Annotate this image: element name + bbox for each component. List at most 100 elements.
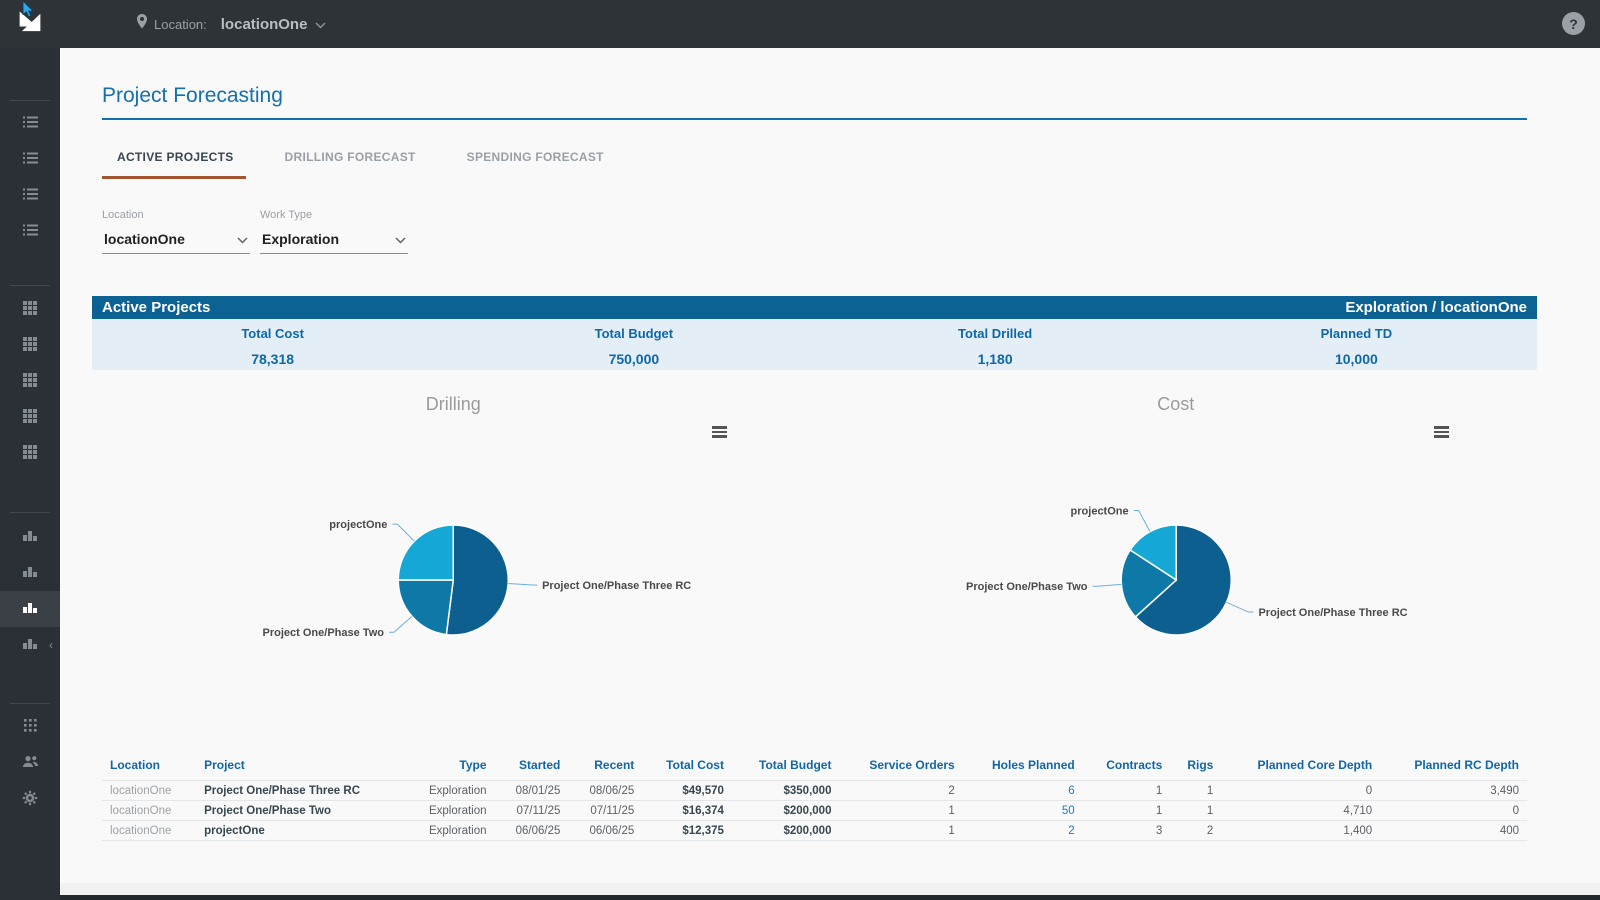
tab-active-projects[interactable]: ACTIVE PROJECTS — [102, 146, 246, 179]
location-filter[interactable]: Location locationOne — [102, 209, 250, 254]
sidebar-item-grid-2[interactable] — [0, 328, 60, 364]
pie-slice-label: Project One/Phase Two — [966, 581, 1088, 593]
sidebar-item-grid-3[interactable] — [0, 364, 60, 400]
col-total-cost: Total Cost — [642, 754, 732, 781]
chart-context-menu-icon[interactable] — [712, 426, 727, 440]
sidebar-item-grid-1[interactable] — [0, 292, 60, 328]
table-header-row: Location Project Type Started Recent Tot… — [102, 754, 1527, 781]
list-icon — [23, 152, 38, 170]
col-project: Project — [196, 754, 405, 781]
chart-context-menu-icon[interactable] — [1434, 426, 1449, 440]
stat-total-budget: Total Budget 750,000 — [453, 319, 814, 370]
map-pin-icon — [136, 14, 148, 34]
pie-label-leader-line — [1133, 511, 1149, 532]
col-service-orders: Service Orders — [839, 754, 962, 781]
pie-label-leader-line — [1092, 584, 1121, 586]
sidebar-item-list-4[interactable] — [0, 215, 60, 251]
stat-total-cost: Total Cost 78,318 — [92, 319, 453, 370]
table-row[interactable]: locationOne Project One/Phase Two Explor… — [102, 801, 1527, 821]
apps-grid-icon — [24, 719, 37, 737]
grid-icon — [23, 301, 37, 320]
sidebar-item-grid-5[interactable] — [0, 436, 60, 472]
pie-slice[interactable] — [398, 580, 453, 635]
stat-total-drilled: Total Drilled 1,180 — [815, 319, 1176, 370]
sidebar-item-list-2[interactable] — [0, 143, 60, 179]
holes-planned-link[interactable]: 50 — [963, 801, 1083, 821]
col-recent: Recent — [568, 754, 642, 781]
grid-icon — [23, 409, 37, 428]
col-location: Location — [102, 754, 196, 781]
bar-chart-icon — [22, 600, 38, 619]
pie-slice[interactable] — [446, 525, 508, 635]
bar-chart-icon — [22, 528, 38, 547]
summary-scope: Exploration / locationOne — [1345, 299, 1527, 316]
sidebar-item-users[interactable] — [0, 746, 60, 782]
sidebar-item-chart-1[interactable] — [0, 519, 60, 555]
sidebar-item-list-3[interactable] — [0, 179, 60, 215]
sidebar-item-chart-3-active[interactable] — [0, 591, 60, 627]
drilling-chart: Drilling Project One/Phase Three RC Proje… — [92, 380, 815, 692]
footer-strip — [60, 883, 1600, 895]
sidebar-item-chart-2[interactable] — [0, 555, 60, 591]
table-row[interactable]: locationOne Project One/Phase Three RC E… — [102, 781, 1527, 801]
mouse-cursor — [22, 1, 36, 24]
gear-icon — [22, 790, 38, 811]
work-type-filter-value[interactable]: Exploration — [262, 231, 339, 247]
holes-planned-link[interactable]: 6 — [963, 781, 1083, 801]
users-icon — [22, 755, 39, 773]
grid-icon — [23, 373, 37, 392]
col-holes-planned: Holes Planned — [963, 754, 1083, 781]
col-total-budget: Total Budget — [732, 754, 840, 781]
pie-slice-label: projectOne — [1070, 506, 1128, 518]
page-title: Project Forecasting — [102, 48, 1527, 120]
pie-slice-label: Project One/Phase Three RC — [1258, 607, 1407, 619]
sidebar: ‹ — [0, 48, 60, 900]
filter-row: Location locationOne Work Type Explorati… — [102, 209, 1527, 254]
cost-chart: Cost Project One/Phase Three RC Project O… — [815, 380, 1538, 692]
chevron-down-icon — [395, 231, 406, 247]
sidebar-item-grid-4[interactable] — [0, 400, 60, 436]
projects-table: Location Project Type Started Recent Tot… — [102, 754, 1527, 841]
location-selector[interactable]: Location: locationOne — [136, 0, 326, 48]
pie-label-leader-line — [389, 616, 412, 632]
sidebar-item-apps[interactable] — [0, 710, 60, 746]
summary-header-bar: Active Projects Exploration / locationOn… — [92, 296, 1537, 319]
work-type-filter[interactable]: Work Type Exploration — [260, 209, 408, 254]
cost-chart-title: Cost — [815, 394, 1538, 415]
chevron-down-icon — [315, 16, 326, 34]
sidebar-item-list-1[interactable] — [0, 107, 60, 143]
col-contracts: Contracts — [1083, 754, 1171, 781]
collapse-chevron-icon[interactable]: ‹ — [49, 639, 53, 651]
tab-spending-forecast[interactable]: SPENDING FORECAST — [452, 146, 616, 179]
col-type: Type — [405, 754, 494, 781]
sidebar-item-chart-4[interactable]: ‹ — [0, 627, 60, 663]
summary-title: Active Projects — [102, 299, 210, 316]
pie-slice-label: Project One/Phase Two — [263, 627, 385, 639]
location-filter-value[interactable]: locationOne — [104, 231, 185, 247]
list-icon — [23, 116, 38, 134]
location-filter-label: Location — [102, 209, 250, 221]
table-row[interactable]: locationOne projectOne Exploration 06/06… — [102, 821, 1527, 841]
sidebar-item-settings[interactable] — [0, 782, 60, 818]
tab-drilling-forecast[interactable]: DRILLING FORECAST — [270, 146, 428, 179]
col-planned-core-depth: Planned Core Depth — [1221, 754, 1380, 781]
footer-edge — [0, 895, 1600, 900]
drilling-chart-title: Drilling — [92, 394, 815, 415]
work-type-filter-label: Work Type — [260, 209, 408, 221]
col-planned-rc-depth: Planned RC Depth — [1380, 754, 1527, 781]
grid-icon — [23, 445, 37, 464]
help-button[interactable]: ? — [1562, 12, 1585, 35]
list-icon — [23, 224, 38, 242]
top-bar: Location: locationOne ? — [0, 0, 1600, 48]
col-rigs: Rigs — [1170, 754, 1221, 781]
col-started: Started — [495, 754, 569, 781]
summary-stats-band: Total Cost 78,318 Total Budget 750,000 T… — [92, 319, 1537, 370]
holes-planned-link[interactable]: 2 — [963, 821, 1083, 841]
grid-icon — [23, 337, 37, 356]
pie-slice-label: projectOne — [329, 519, 387, 531]
pie-label-leader-line — [1226, 602, 1253, 612]
location-value[interactable]: locationOne — [221, 16, 308, 33]
pie-slice-label: Project One/Phase Three RC — [542, 580, 691, 592]
bar-chart-icon — [22, 564, 38, 583]
chevron-down-icon — [237, 231, 248, 247]
